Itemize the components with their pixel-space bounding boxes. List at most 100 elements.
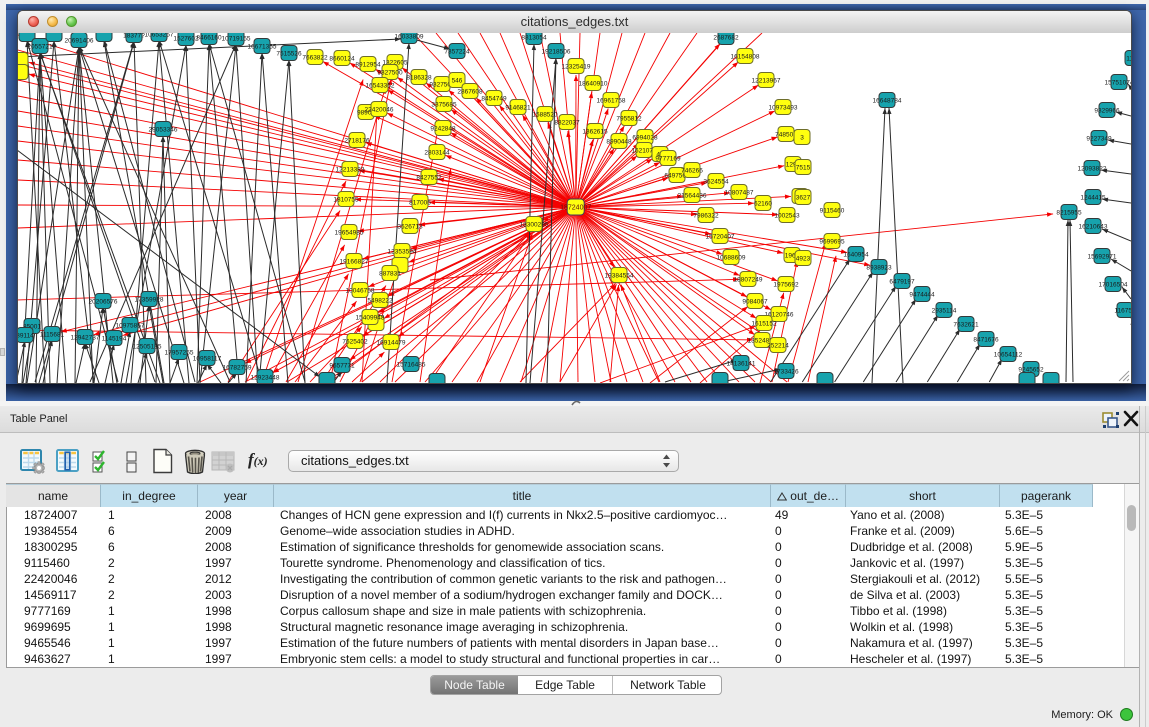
svg-text:10719155: 10719155 xyxy=(222,36,251,43)
svg-text:19218506: 19218506 xyxy=(542,49,571,56)
svg-text:116753: 116753 xyxy=(1114,308,1131,315)
svg-text:3526713: 3526713 xyxy=(397,224,423,231)
svg-text:8813054: 8813054 xyxy=(521,35,547,42)
svg-text:8660124: 8660124 xyxy=(329,56,355,63)
svg-text:7515526: 7515526 xyxy=(276,51,302,58)
svg-text:1588520: 1588520 xyxy=(532,112,558,119)
svg-text:62160: 62160 xyxy=(754,201,772,208)
svg-text:1244415: 1244415 xyxy=(1080,195,1106,202)
svg-text:12325419: 12325419 xyxy=(562,64,591,71)
svg-text:16648784: 16648784 xyxy=(873,98,902,105)
svg-text:10688609: 10688609 xyxy=(717,255,746,262)
svg-text:7625402: 7625402 xyxy=(342,339,368,346)
svg-text:546: 546 xyxy=(452,78,463,85)
svg-text:12213383: 12213383 xyxy=(336,167,365,174)
svg-text:10807487: 10807487 xyxy=(725,190,754,197)
svg-text:22420046: 22420046 xyxy=(365,107,394,114)
svg-text:16033809: 16033809 xyxy=(395,34,424,41)
svg-text:817006: 817006 xyxy=(409,200,431,207)
svg-text:8912954: 8912954 xyxy=(355,62,381,69)
svg-text:8938923: 8938923 xyxy=(866,265,892,272)
svg-text:18300295: 18300295 xyxy=(520,222,549,229)
svg-text:7515: 7515 xyxy=(796,165,811,172)
svg-text:1640954: 1640954 xyxy=(843,252,869,259)
svg-text:10973493: 10973493 xyxy=(769,105,798,112)
svg-text:1615152: 1615152 xyxy=(751,321,777,328)
svg-text:7955812: 7955812 xyxy=(616,116,642,123)
svg-text:16782759: 16782759 xyxy=(223,365,252,372)
svg-text:3375685: 3375685 xyxy=(431,102,457,109)
svg-text:8427552: 8427552 xyxy=(416,175,442,182)
svg-text:14136141: 14136141 xyxy=(727,361,756,368)
svg-text:3624554: 3624554 xyxy=(703,179,729,186)
svg-text:12923448: 12923448 xyxy=(251,375,280,382)
svg-text:18377?: 18377? xyxy=(123,33,145,40)
svg-text:12353594: 12353594 xyxy=(388,249,417,256)
svg-text:1527602: 1527602 xyxy=(173,36,199,43)
svg-text:7632621: 7632621 xyxy=(953,322,979,329)
svg-text:9329966: 9329966 xyxy=(1094,108,1120,115)
svg-text:9327500: 9327500 xyxy=(377,70,403,77)
svg-text:3627: 3627 xyxy=(796,195,811,202)
svg-text:15720407: 15720407 xyxy=(706,234,735,241)
svg-text:2718176: 2718176 xyxy=(344,138,370,145)
svg-text:5498222: 5498222 xyxy=(367,298,393,305)
svg-text:15751074: 15751074 xyxy=(1105,80,1131,87)
svg-text:19166827: 19166827 xyxy=(340,259,369,266)
svg-text:1975692: 1975692 xyxy=(773,282,799,289)
svg-text:8322037: 8322037 xyxy=(554,120,580,127)
svg-text:7986322: 7986322 xyxy=(693,213,719,220)
svg-text:12505185: 12505185 xyxy=(133,344,162,351)
svg-text:10975857: 10975857 xyxy=(116,323,145,330)
svg-text:19384554: 19384554 xyxy=(605,273,634,280)
svg-text:1145194: 1145194 xyxy=(102,336,127,343)
svg-text:8990448: 8990448 xyxy=(606,139,632,146)
svg-text:4923: 4923 xyxy=(796,256,811,263)
svg-text:10654112: 10654112 xyxy=(994,352,1023,359)
svg-text:1115681: 1115681 xyxy=(40,332,65,339)
svg-text:3: 3 xyxy=(800,135,804,142)
svg-text:12093822: 12093822 xyxy=(1078,166,1107,173)
svg-text:15692971: 15692971 xyxy=(1088,254,1117,261)
svg-text:887831: 887831 xyxy=(379,271,401,278)
svg-text:1002543: 1002543 xyxy=(774,213,800,220)
svg-text:9777169: 9777169 xyxy=(655,156,681,163)
svg-text:1112: 1112 xyxy=(1126,56,1131,63)
svg-text:20691406: 20691406 xyxy=(65,38,94,45)
svg-text:16154808: 16154808 xyxy=(731,54,760,61)
svg-text:10653257: 10653257 xyxy=(145,33,174,39)
svg-text:20206576: 20206576 xyxy=(89,299,118,306)
svg-text:16210643: 16210643 xyxy=(1079,224,1108,231)
svg-text:8454749: 8454749 xyxy=(481,96,507,103)
svg-text:18724007: 18724007 xyxy=(560,205,591,212)
svg-text:12942737: 12942737 xyxy=(71,335,100,342)
svg-text:1810755: 1810755 xyxy=(333,197,359,204)
svg-text:9474444: 9474444 xyxy=(909,292,935,299)
svg-text:9115460: 9115460 xyxy=(820,208,845,215)
svg-text:15409948: 15409948 xyxy=(356,315,385,322)
svg-text:16671355: 16671355 xyxy=(248,44,277,51)
svg-text:15716485: 15716485 xyxy=(397,362,426,369)
svg-text:1733426: 1733426 xyxy=(773,369,799,376)
svg-text:2687682: 2687682 xyxy=(713,35,739,42)
svg-text:17016504: 17016504 xyxy=(1099,282,1128,289)
svg-text:21564436: 21564436 xyxy=(678,193,707,200)
svg-text:6994028: 6994028 xyxy=(632,135,658,142)
svg-text:7663822: 7663822 xyxy=(302,55,328,62)
svg-text:8466160: 8466160 xyxy=(196,35,222,42)
svg-text:7357224: 7357224 xyxy=(444,49,470,56)
svg-text:2867608: 2867608 xyxy=(457,89,483,96)
svg-text:1362615: 1362615 xyxy=(582,129,608,136)
svg-text:12213967: 12213967 xyxy=(752,78,781,85)
svg-text:8215955: 8215955 xyxy=(1056,210,1082,217)
svg-text:9242848: 9242848 xyxy=(430,126,456,133)
svg-text:39114: 39114 xyxy=(18,333,34,340)
svg-text:6479197: 6479197 xyxy=(889,279,915,286)
svg-text:9084067: 9084067 xyxy=(742,299,768,306)
svg-text:9657771: 9657771 xyxy=(329,363,355,370)
svg-text:16543362: 16543362 xyxy=(366,83,395,90)
svg-text:16914479: 16914479 xyxy=(377,340,406,347)
svg-text:9227349: 9227349 xyxy=(1086,136,1112,143)
svg-text:8186328: 8186328 xyxy=(406,75,432,82)
svg-text:2055721: 2055721 xyxy=(27,44,53,51)
